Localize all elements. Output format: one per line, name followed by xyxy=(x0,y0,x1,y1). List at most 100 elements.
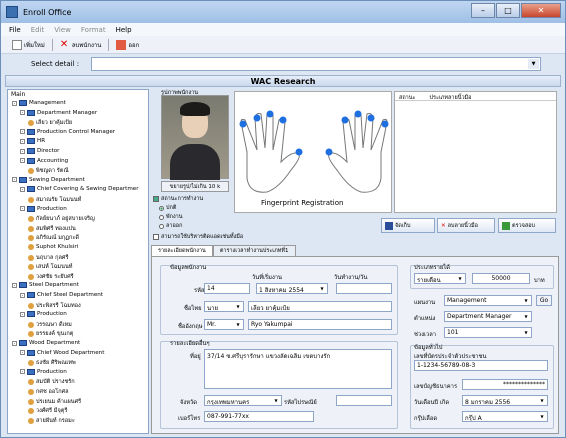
chevron-down-icon[interactable]: ▼ xyxy=(234,321,242,328)
tree-person-node[interactable]: Suphot Khulsiri xyxy=(28,244,78,250)
start-date-field[interactable]: 1 สิงหาคม 2554 ▼ xyxy=(256,283,328,294)
tree-folder-node[interactable]: - Accounting xyxy=(20,157,68,164)
tree-folder-node[interactable]: - Chief Wood Department xyxy=(20,349,104,356)
expand-collapse-icon[interactable]: - xyxy=(20,138,25,144)
dept-go-button[interactable]: Go xyxy=(536,295,552,306)
dept-select[interactable]: Management ▼ xyxy=(444,295,532,306)
workdays-field[interactable] xyxy=(336,283,392,294)
status-radio-normal[interactable] xyxy=(159,205,164,211)
en-name-field[interactable]: Ryo Yakumpai xyxy=(248,319,392,330)
blood-select[interactable]: กรุ๊ป A ▼ xyxy=(462,411,548,422)
account-field[interactable]: ************** xyxy=(462,379,548,390)
thai-name-field[interactable]: เลียว ยาคุ้มเป้ย xyxy=(248,301,392,312)
org-tree[interactable]: Main - Management - Department Manager เลียว… xyxy=(7,89,149,434)
tree-folder-node[interactable]: - Production xyxy=(20,205,67,212)
birth-date-field[interactable]: 8 มกราคม 2556 ▼ xyxy=(462,395,548,406)
wage-type-select[interactable]: รายเดือน ▼ xyxy=(414,273,466,284)
tree-person-node[interactable]: สมาณรัย โฉมนนท์ xyxy=(28,196,81,204)
chevron-down-icon[interactable]: ▼ xyxy=(538,413,546,420)
thai-prefix-select[interactable]: นาย ▼ xyxy=(204,301,244,312)
expand-collapse-icon[interactable]: - xyxy=(20,129,25,135)
select-detail-combo[interactable]: ▼ xyxy=(91,57,541,71)
delete-fingerprint-button[interactable]: ✕ ลบลายนิ้วมือ xyxy=(437,218,495,233)
tree-person-node[interactable]: วรรณษา ดีเหม xyxy=(28,321,72,329)
chevron-down-icon[interactable]: ▼ xyxy=(522,313,530,320)
chevron-down-icon[interactable]: ▼ xyxy=(522,329,530,336)
tree-folder-node[interactable]: - Chief Covering & Sewing Departmer xyxy=(20,186,139,193)
all-fingers-checkbox[interactable] xyxy=(153,234,159,240)
calendar-dropdown-icon[interactable]: ▼ xyxy=(318,285,326,292)
address-field[interactable]: 37/14 ซ.ศรีบุรารักษา แขวงลัดเฉลิม เขตบาง… xyxy=(204,349,392,389)
minimize-button[interactable]: – xyxy=(471,3,495,18)
exit-button[interactable]: ออก xyxy=(113,39,142,51)
wage-amount-field[interactable]: 50000 xyxy=(472,273,530,284)
menu-view[interactable]: View xyxy=(54,26,71,34)
tree-person-node[interactable]: สายฝันท์ กรอมะ xyxy=(28,417,75,425)
tree-folder-node[interactable]: - Wood Department xyxy=(12,340,80,346)
maximize-button[interactable]: □ xyxy=(496,3,520,18)
menu-file[interactable]: File xyxy=(9,26,21,34)
close-button[interactable]: ✕ xyxy=(521,3,561,18)
expand-collapse-icon[interactable]: - xyxy=(20,148,25,154)
expand-collapse-icon[interactable]: - xyxy=(20,158,25,164)
en-prefix-select[interactable]: Mr. ▼ xyxy=(204,319,244,330)
expand-collapse-icon[interactable]: - xyxy=(20,186,25,192)
chevron-down-icon[interactable]: ▼ xyxy=(522,297,530,304)
chevron-down-icon[interactable]: ▼ xyxy=(456,275,464,282)
save-button[interactable]: จัดเก็บ xyxy=(381,218,435,233)
province-select[interactable]: กรุงเทพมหานคร ▼ xyxy=(204,395,282,406)
tree-person-node[interactable]: วงศชัย ระยับศรี xyxy=(28,273,74,281)
tree-folder-node[interactable]: - Production xyxy=(20,311,67,318)
expand-collapse-icon[interactable]: - xyxy=(20,206,25,212)
tree-person-node[interactable]: ปรเยนม ค้าแผนศรี xyxy=(28,398,81,406)
tree-person-node[interactable]: อภิรัณณ์ มกุฏกะดี xyxy=(28,234,79,242)
menu-format[interactable]: Format xyxy=(81,26,106,34)
photo-browse-button[interactable]: ขยายรูป/ไม่เกิน 10 k xyxy=(161,181,229,192)
phone-field[interactable]: 087-991-77xx xyxy=(204,411,314,422)
expand-collapse-icon[interactable]: - xyxy=(20,350,25,356)
status-radio-resigned[interactable] xyxy=(159,223,164,229)
tree-folder-node[interactable]: - Department Manager xyxy=(20,109,97,116)
idcard-field[interactable]: 1-1234-56789-08-3 xyxy=(414,360,548,371)
tree-person-node[interactable]: ยรรยงค์ ขุนเกตุ xyxy=(28,330,73,338)
tree-folder-node[interactable]: - Chief Steel Department xyxy=(20,292,103,298)
tree-person-node[interactable]: เสน่ห์ โฉมนนท์ xyxy=(28,263,72,271)
tree-person-node[interactable]: ประพิสรรี โฉมทอง xyxy=(28,302,81,310)
expand-collapse-icon[interactable]: - xyxy=(20,110,25,116)
new-button[interactable]: เพิ่มใหม่ xyxy=(9,39,48,51)
id-field[interactable]: 14 xyxy=(204,283,250,294)
status-radio-suspended[interactable] xyxy=(159,214,164,220)
zip-field[interactable] xyxy=(336,395,392,406)
fingerprint-hands[interactable] xyxy=(234,91,392,213)
expand-collapse-icon[interactable]: - xyxy=(12,177,17,183)
fingerprint-list[interactable]: สถานะ ประเภทลายนิ้วมือ xyxy=(394,91,557,213)
expand-collapse-icon[interactable]: - xyxy=(20,311,25,317)
tree-folder-node[interactable]: - Director xyxy=(20,148,59,154)
tree-person-node[interactable]: สมพิศรี ทองแปน xyxy=(28,225,76,233)
position-select[interactable]: Department Manager ▼ xyxy=(444,311,532,322)
all-fingers-option[interactable]: สามารถใช้บริหารติดแอดเช่นทั้งมือ xyxy=(153,233,243,241)
tree-person-node[interactable]: กัลย์ยนาภ์ อยู่สบายเจริญ xyxy=(28,215,95,223)
tree-folder-node[interactable]: - Production Control Manager xyxy=(20,128,115,135)
tree-person-node[interactable]: กศช ออโกศล xyxy=(28,388,69,396)
tree-person-node[interactable]: นฤบาล กุลศรี xyxy=(28,254,68,262)
calendar-dropdown-icon[interactable]: ▼ xyxy=(538,397,546,404)
tree-person-node[interactable]: เลียว ยาคุ้มเป้ย xyxy=(28,119,72,127)
tree-folder-node[interactable]: - Steel Department xyxy=(12,282,79,289)
expand-collapse-icon[interactable]: - xyxy=(20,369,25,375)
menu-help[interactable]: Help xyxy=(116,26,132,34)
status-checkbox[interactable] xyxy=(153,196,159,202)
chevron-down-icon[interactable]: ▼ xyxy=(272,397,280,404)
delete-button[interactable]: ✕ ลบพนักงาน xyxy=(57,39,105,51)
tree-person-node[interactable]: พิชญดา รัตณี xyxy=(28,167,69,175)
tree-person-node[interactable]: วงศ์ศรี มีจุตุรี xyxy=(28,407,67,415)
tree-person-node[interactable]: สมบัติ ปรางชรัก xyxy=(28,378,75,386)
expand-collapse-icon[interactable]: - xyxy=(12,100,17,106)
chevron-down-icon[interactable]: ▼ xyxy=(528,59,539,69)
tree-folder-node[interactable]: - Production xyxy=(20,368,67,375)
tree-folder-node[interactable]: - Sewing Department xyxy=(12,176,85,183)
shift-select[interactable]: 101 ▼ xyxy=(444,327,532,338)
expand-collapse-icon[interactable]: - xyxy=(12,340,17,346)
chevron-down-icon[interactable]: ▼ xyxy=(234,303,242,310)
expand-collapse-icon[interactable]: - xyxy=(12,282,17,288)
